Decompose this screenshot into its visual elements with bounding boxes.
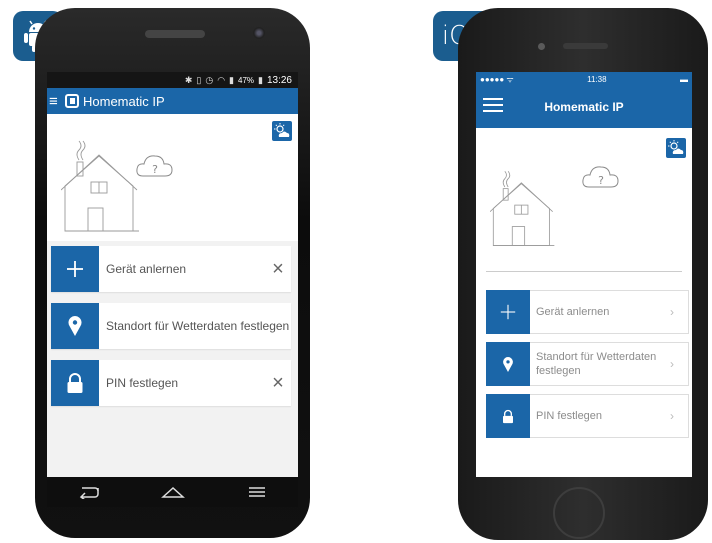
list-item-label: Gerät anlernen xyxy=(536,306,610,318)
list-item-set-pin[interactable]: PIN festlegen › xyxy=(486,394,689,438)
ios-phone: ●●●●● ᯤ 11:38 ▬ Homematic IP ? Gerät anl… xyxy=(458,8,708,540)
cloud-question-icon: ? xyxy=(136,155,173,177)
front-camera xyxy=(538,43,545,50)
location-pin-icon xyxy=(68,316,82,336)
status-time: 13:26 xyxy=(266,74,292,86)
app-title: Homematic IP xyxy=(544,100,624,114)
menu-icon[interactable] xyxy=(247,486,267,498)
app-title: Homematic IP xyxy=(83,93,165,109)
sun-cloud-icon xyxy=(668,140,684,154)
android-phone: ✱ ▯ ◷ ◠ ▮ 47% ▮ 13:26 ≡ Homematic IP ? G… xyxy=(35,8,310,538)
weather-button[interactable] xyxy=(666,138,686,158)
list-item-set-pin[interactable]: PIN festlegen × xyxy=(51,360,291,406)
sun-cloud-icon xyxy=(274,123,290,137)
cloud-question-mark: ? xyxy=(598,174,604,187)
chevron-right-icon: › xyxy=(670,409,674,423)
battery-percent: 47% xyxy=(238,75,255,85)
cloud-question-icon: ? xyxy=(582,166,619,188)
android-nav-bar xyxy=(47,477,298,507)
list-item-weather-location[interactable]: Standort für Wetterdaten festlegen › xyxy=(486,342,689,386)
house-illustration xyxy=(61,140,139,232)
bluetooth-icon: ✱ xyxy=(184,74,193,85)
ios-screen: ●●●●● ᯤ 11:38 ▬ Homematic IP ? Gerät anl… xyxy=(476,72,692,477)
battery-icon: ▮ xyxy=(258,74,263,85)
alarm-icon: ◷ xyxy=(205,74,214,85)
list-item-add-device[interactable]: Gerät anlernen × xyxy=(51,246,291,292)
chevron-right-icon: › xyxy=(670,357,674,371)
speaker-grille xyxy=(563,43,608,49)
hamburger-menu-icon[interactable]: ≡ xyxy=(49,93,61,110)
location-pin-icon xyxy=(503,356,513,372)
house-illustration xyxy=(490,171,555,246)
battery-icon: ▬ xyxy=(680,74,688,84)
list-item-label: Gerät anlernen xyxy=(106,262,187,276)
carrier-signal: ●●●●● ᯤ xyxy=(480,74,514,84)
dismiss-icon[interactable]: × xyxy=(265,372,291,395)
lock-icon xyxy=(503,409,513,423)
list-item-label: Standort für Wetterdaten festlegen xyxy=(106,319,290,333)
setup-list: Gerät anlernen × Standort für Wetterdate… xyxy=(47,241,298,406)
chevron-right-icon: › xyxy=(670,305,674,319)
list-item-add-device[interactable]: Gerät anlernen › xyxy=(486,290,689,334)
lock-icon xyxy=(67,373,83,393)
homematic-logo-icon xyxy=(65,94,79,108)
plus-icon xyxy=(500,304,516,320)
speaker-grille xyxy=(145,30,205,38)
list-item-label: PIN festlegen xyxy=(536,410,603,422)
home-icon[interactable] xyxy=(161,485,186,499)
home-button[interactable] xyxy=(553,487,605,539)
dismiss-icon[interactable]: × xyxy=(265,258,291,281)
vibrate-icon: ▯ xyxy=(196,74,202,85)
hamburger-menu-icon[interactable] xyxy=(483,98,503,116)
back-icon[interactable] xyxy=(78,485,100,499)
status-time: 11:38 xyxy=(587,74,607,84)
ios-status-bar: ●●●●● ᯤ 11:38 ▬ xyxy=(476,72,692,86)
cloud-question-mark: ? xyxy=(152,163,158,176)
setup-list: Gerät anlernen › Standort für Wetterdate… xyxy=(476,272,692,438)
list-item-weather-location[interactable]: Standort für Wetterdaten festlegen xyxy=(51,303,291,349)
android-status-bar: ✱ ▯ ◷ ◠ ▮ 47% ▮ 13:26 xyxy=(47,72,298,88)
android-screen: ✱ ▯ ◷ ◠ ▮ 47% ▮ 13:26 ≡ Homematic IP ? G… xyxy=(47,72,298,477)
ios-nav-bar: Homematic IP xyxy=(476,86,692,128)
wifi-icon: ◠ xyxy=(217,74,226,85)
house-hero: ? xyxy=(486,128,686,272)
house-hero: ? xyxy=(47,114,298,241)
list-item-label: PIN festlegen xyxy=(106,376,179,390)
android-app-bar: ≡ Homematic IP xyxy=(47,88,298,114)
list-item-label: Standort für Wetterdaten festlegen xyxy=(536,351,657,377)
weather-button[interactable] xyxy=(272,121,292,141)
front-camera xyxy=(253,27,265,39)
plus-icon xyxy=(67,261,83,277)
signal-icon: ▮ xyxy=(229,74,234,85)
